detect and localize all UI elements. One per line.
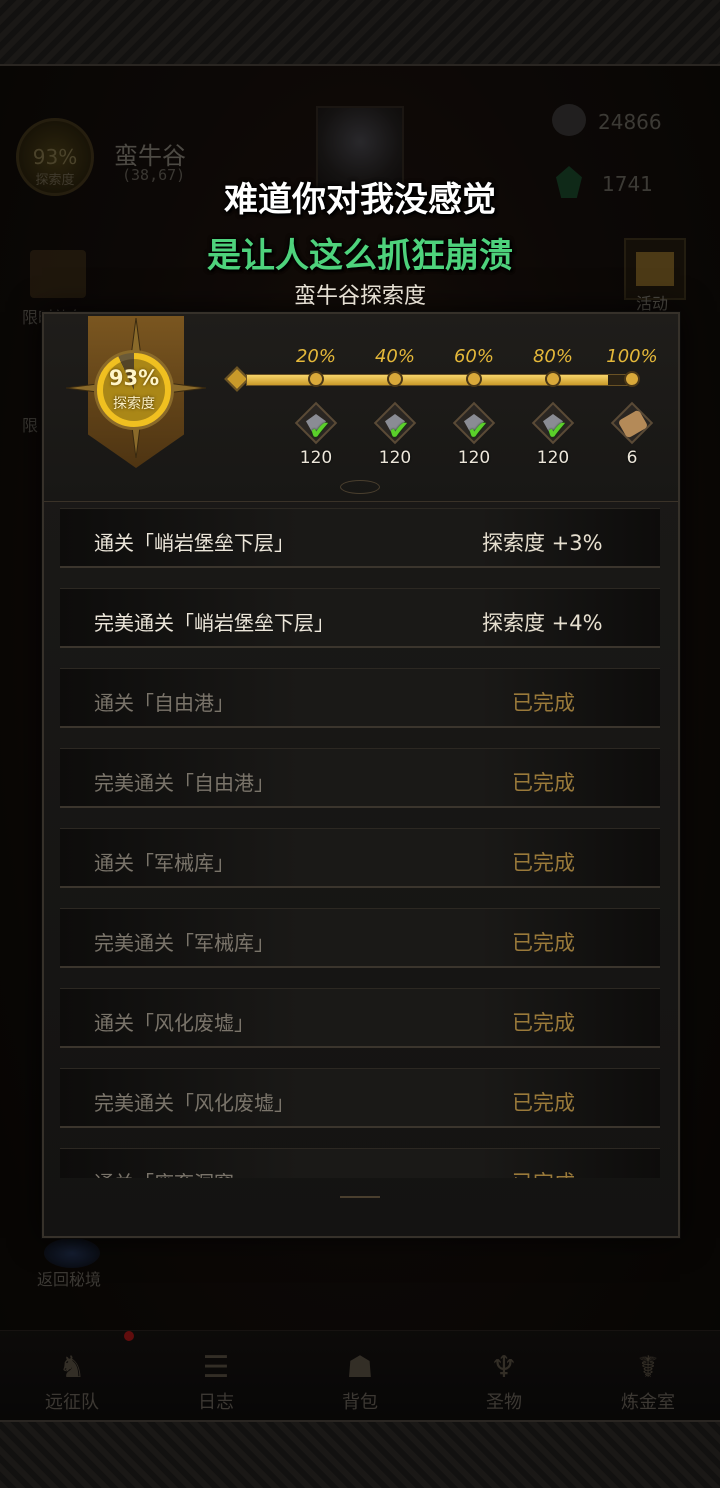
milestone-track: [246, 374, 636, 386]
task-status: 已完成: [512, 1011, 575, 1035]
reward-count: 120: [378, 448, 412, 468]
task-row[interactable]: 通关「军械库」 已完成: [60, 828, 660, 888]
caption-line-2: 是让人这么抓狂崩溃: [207, 236, 513, 276]
task-status: 已完成: [512, 691, 575, 715]
task-status: 已完成: [512, 931, 575, 955]
task-status: 已完成: [512, 771, 575, 795]
task-name: 通关「峭岩堡垒下层」: [94, 531, 294, 555]
check-icon: ✔: [388, 416, 410, 446]
task-name: 通关「军械库」: [94, 851, 234, 875]
task-name: 通关「风化废墟」: [94, 1011, 254, 1035]
milestone-reward[interactable]: 6: [609, 401, 655, 468]
task-name: 完美通关「风化废墟」: [94, 1091, 294, 1115]
check-icon: ✔: [546, 416, 568, 446]
milestone-label: 60%: [453, 346, 494, 367]
divider-ornament: [340, 480, 380, 494]
bottom-ornament: [340, 1196, 380, 1206]
top-ornament-bar: [0, 0, 720, 66]
exploration-label: 探索度: [113, 396, 155, 412]
task-row[interactable]: 通关「峭岩堡垒下层」 探索度 +3%: [60, 508, 660, 568]
check-icon: ✔: [309, 416, 331, 446]
task-row[interactable]: 通关「废弃洞窟」 已完成: [60, 1148, 660, 1178]
milestone-node: [308, 371, 324, 387]
task-name: 完美通关「峭岩堡垒下层」: [94, 611, 334, 635]
milestone-node: [624, 371, 640, 387]
task-status: 已完成: [512, 851, 575, 875]
task-row[interactable]: 完美通关「风化废墟」 已完成: [60, 1068, 660, 1128]
task-reward: 探索度 +4%: [482, 611, 603, 635]
reward-count: 120: [457, 448, 491, 468]
reward-count: 6: [626, 448, 638, 468]
milestone-label: 40%: [374, 346, 415, 367]
milestone-reward[interactable]: ✔ 120: [451, 401, 497, 468]
check-icon: ✔: [467, 416, 489, 446]
milestone-label: 80%: [532, 346, 573, 367]
task-row[interactable]: 完美通关「峭岩堡垒下层」 探索度 +4%: [60, 588, 660, 648]
task-name: 通关「废弃洞窟」: [94, 1167, 254, 1178]
task-name: 通关「自由港」: [94, 691, 234, 715]
task-reward: 探索度 +3%: [482, 531, 603, 555]
milestone-node: [545, 371, 561, 387]
exploration-progress-ring: [94, 350, 174, 430]
modal-title: 蛮牛谷探索度: [293, 284, 426, 309]
task-name: 完美通关「军械库」: [94, 931, 274, 955]
task-list[interactable]: 通关「峭岩堡垒下层」 探索度 +3% 完美通关「峭岩堡垒下层」 探索度 +4% 通关「自…: [60, 508, 660, 1178]
bottom-ornament-bar: [0, 1420, 720, 1488]
milestone-label: 20%: [295, 346, 336, 367]
milestone-reward[interactable]: ✔ 120: [372, 401, 418, 468]
task-row[interactable]: 完美通关「自由港」 已完成: [60, 748, 660, 808]
caption-line-1: 难道你对我没感觉: [224, 180, 496, 220]
milestone-label: 100%: [606, 346, 658, 367]
milestone-node: [387, 371, 403, 387]
milestone-reward[interactable]: ✔ 120: [293, 401, 339, 468]
task-row[interactable]: 通关「风化废墟」 已完成: [60, 988, 660, 1048]
reward-count: 120: [536, 448, 570, 468]
milestone-node: [466, 371, 482, 387]
task-status: 已完成: [512, 1091, 575, 1115]
reward-count: 120: [299, 448, 333, 468]
exploration-percent: 93%: [108, 366, 160, 390]
task-row[interactable]: 通关「自由港」 已完成: [60, 668, 660, 728]
task-row[interactable]: 完美通关「军械库」 已完成: [60, 908, 660, 968]
task-status: 已完成: [512, 1167, 575, 1178]
milestone-reward[interactable]: ✔ 120: [530, 401, 576, 468]
task-name: 完美通关「自由港」: [94, 771, 274, 795]
